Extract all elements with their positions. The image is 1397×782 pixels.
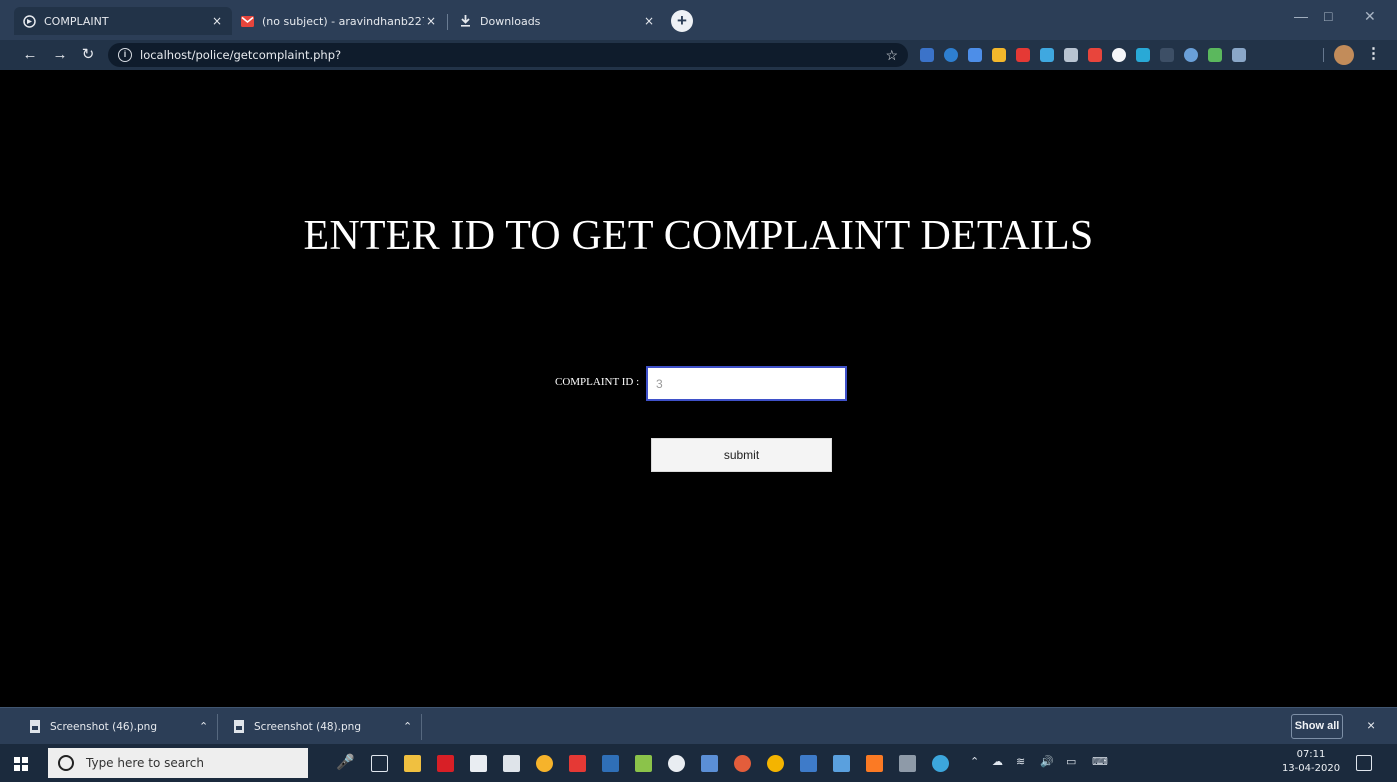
new-tab-button[interactable]: + — [671, 10, 693, 32]
tab-gmail[interactable]: (no subject) - aravindhanb227@ × — [232, 7, 446, 35]
tab-downloads[interactable]: Downloads × — [450, 7, 664, 35]
window-extension-icon[interactable] — [1232, 48, 1246, 62]
paint-icon[interactable] — [635, 755, 652, 772]
battery-icon[interactable]: ▭ — [1066, 755, 1076, 768]
pdf-extension-icon[interactable] — [1016, 48, 1030, 62]
user-extension-icon[interactable] — [1184, 48, 1198, 62]
tools-icon[interactable] — [899, 755, 916, 772]
clock-date: 13-04-2020 — [1281, 763, 1341, 774]
chrome-icon[interactable] — [767, 755, 784, 772]
image-file-icon — [30, 720, 40, 733]
dropbox-icon[interactable] — [668, 755, 685, 772]
minimize-icon[interactable]: — — [1294, 8, 1308, 24]
taskbar-clock[interactable]: 07:11 13-04-2020 — [1281, 748, 1341, 776]
toolbar-divider — [1323, 48, 1324, 62]
cloud-extension-icon[interactable] — [1112, 48, 1126, 62]
tab-label: Downloads — [480, 14, 541, 28]
more-menu-icon[interactable]: ⋮ — [1366, 44, 1381, 62]
download-icon — [458, 14, 472, 28]
complaint-id-input[interactable] — [646, 366, 847, 401]
close-shelf-icon[interactable]: × — [1367, 717, 1375, 733]
tab-complaint[interactable]: COMPLAINT × — [14, 7, 232, 35]
netflix-icon[interactable] — [437, 755, 454, 772]
bookmark-star-icon[interactable]: ☆ — [885, 47, 898, 64]
gmail-extension-icon[interactable] — [1088, 48, 1102, 62]
chevron-up-icon[interactable]: ⌃ — [199, 720, 208, 733]
browser-toolbar: ← → ↻ i localhost/police/getcomplaint.ph… — [0, 40, 1397, 70]
notification-center-icon[interactable] — [1356, 755, 1372, 771]
download-item[interactable]: Screenshot (48).png ⌃ — [234, 708, 412, 745]
tab-divider — [447, 14, 448, 30]
file-explorer-icon[interactable] — [404, 755, 421, 772]
downloads-shelf: Screenshot (46).png ⌃ Screenshot (48).pn… — [0, 707, 1397, 744]
clock-time: 07:11 — [1296, 749, 1326, 760]
image-file-icon — [234, 720, 244, 733]
skype-extension-icon[interactable] — [1136, 48, 1150, 62]
cortana-icon — [58, 755, 74, 771]
taskbar-search-box[interactable]: Type here to search — [48, 748, 308, 778]
graph-extension-icon[interactable] — [1208, 48, 1222, 62]
microphone-icon[interactable]: 🎤 — [336, 753, 355, 771]
wifi-icon[interactable]: ≋ — [1016, 755, 1025, 768]
show-all-button[interactable]: Show all — [1291, 714, 1343, 739]
slack-icon[interactable] — [536, 755, 553, 772]
xampp-icon[interactable] — [866, 755, 883, 772]
translate-extension-icon[interactable] — [920, 48, 934, 62]
url-text: localhost/police/getcomplaint.php? — [140, 48, 342, 62]
store-icon[interactable] — [470, 755, 487, 772]
download-item[interactable]: Screenshot (46).png ⌃ — [30, 708, 208, 745]
keyboard-icon[interactable]: ⌨ — [1092, 755, 1108, 768]
forward-arrow-icon[interactable]: → — [50, 44, 70, 66]
tab-label: (no subject) - aravindhanb227@ — [262, 14, 424, 28]
pdf-reader-icon[interactable] — [569, 755, 586, 772]
download-divider — [421, 714, 422, 740]
download-filename: Screenshot (48).png — [254, 720, 361, 733]
profile-avatar-icon[interactable] — [1334, 45, 1354, 65]
help-icon[interactable] — [932, 755, 949, 772]
back-arrow-icon[interactable]: ← — [20, 44, 40, 66]
docs-extension-icon[interactable] — [968, 48, 982, 62]
onedrive-icon[interactable]: ☁ — [992, 755, 1003, 768]
maximize-icon[interactable]: □ — [1324, 8, 1332, 24]
windows-taskbar: Type here to search 🎤 ⌃ ☁ ≋ 🔊 ▭ ⌨ 07:11 … — [0, 744, 1397, 782]
tab-close-button[interactable]: × — [424, 14, 438, 28]
globe-icon — [22, 14, 36, 28]
windows-start-icon[interactable] — [14, 757, 28, 771]
camera-extension-icon[interactable] — [1064, 48, 1078, 62]
screenshot-extension-icon[interactable] — [1040, 48, 1054, 62]
notes-icon[interactable] — [701, 755, 718, 772]
reload-icon[interactable]: ↻ — [78, 44, 98, 66]
mail-icon[interactable] — [503, 755, 520, 772]
tab-close-button[interactable]: × — [642, 14, 656, 28]
address-bar[interactable]: i localhost/police/getcomplaint.php? ☆ — [108, 43, 908, 67]
eraser-extension-icon[interactable] — [1160, 48, 1174, 62]
info-icon[interactable]: i — [118, 48, 132, 62]
chevron-up-icon[interactable]: ⌃ — [403, 720, 412, 733]
download-divider — [217, 714, 218, 740]
page-title: ENTER ID TO GET COMPLAINT DETAILS — [303, 213, 1094, 259]
submit-button[interactable]: submit — [651, 438, 832, 472]
drive-extension-icon[interactable] — [992, 48, 1006, 62]
search-placeholder: Type here to search — [86, 756, 204, 770]
volume-icon[interactable]: 🔊 — [1040, 755, 1054, 768]
monitor-icon[interactable] — [800, 755, 817, 772]
tab-label: COMPLAINT — [44, 14, 109, 28]
browser-tab-strip: COMPLAINT × (no subject) - aravindhanb22… — [0, 0, 1397, 40]
tab-close-button[interactable]: × — [210, 14, 224, 28]
close-window-icon[interactable]: ✕ — [1364, 8, 1376, 25]
task-view-icon[interactable] — [371, 755, 388, 772]
git-icon[interactable] — [734, 755, 751, 772]
complaint-id-label: COMPLAINT ID : — [555, 376, 640, 388]
page-content: ENTER ID TO GET COMPLAINT DETAILS COMPLA… — [0, 70, 1397, 707]
image-viewer-icon[interactable] — [833, 755, 850, 772]
facebook-icon[interactable] — [602, 755, 619, 772]
hp-extension-icon[interactable] — [944, 48, 958, 62]
gmail-icon — [240, 14, 254, 28]
chevron-up-icon[interactable]: ⌃ — [970, 755, 979, 768]
download-filename: Screenshot (46).png — [50, 720, 157, 733]
